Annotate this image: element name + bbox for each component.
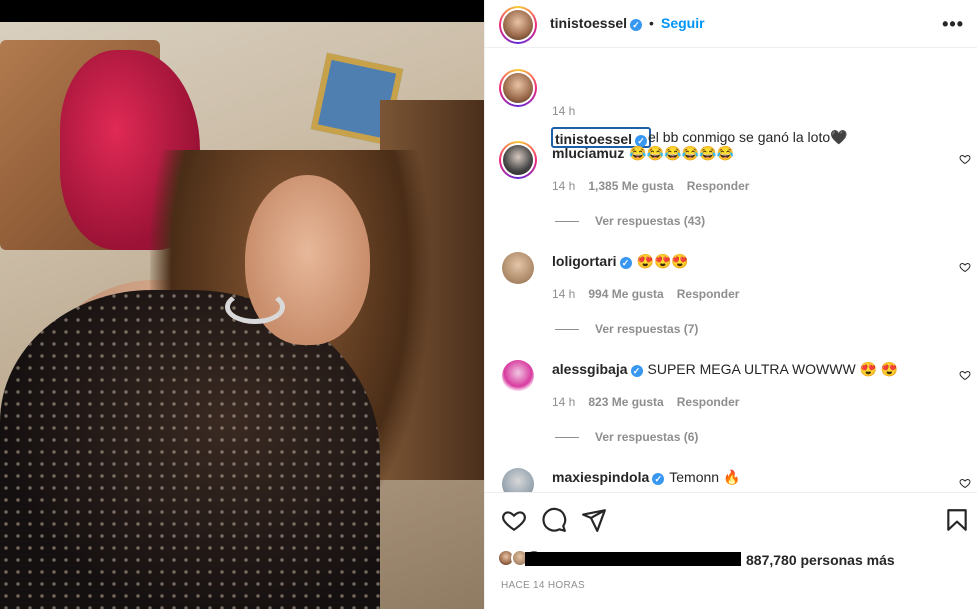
heart-icon[interactable]: [959, 153, 971, 165]
bookmark-icon[interactable]: [944, 507, 970, 533]
comment-username[interactable]: alessgibaja: [552, 361, 628, 377]
comment-time[interactable]: 14 h: [552, 287, 575, 301]
heart-icon[interactable]: [959, 261, 971, 273]
caption-avatar[interactable]: [499, 69, 537, 107]
view-replies-button[interactable]: Ver respuestas (6): [555, 430, 698, 444]
view-replies-button[interactable]: Ver respuestas (7): [555, 322, 698, 336]
comment-likes[interactable]: 823 Me gusta: [588, 395, 663, 409]
author-username[interactable]: tinistoessel ✓: [550, 15, 643, 31]
likes-count[interactable]: 887,780 personas más: [746, 552, 895, 568]
reply-button[interactable]: Responder: [687, 179, 750, 193]
caption-avatar-image: [503, 73, 533, 103]
caption-time[interactable]: 14 h: [552, 104, 575, 118]
post-timestamp[interactable]: HACE 14 HORAS: [501, 580, 585, 591]
post-side-panel: tinistoessel ✓ • Seguir ••• tinistoessel ✓…: [484, 0, 977, 609]
instagram-post-view: tinistoessel ✓ • Seguir ••• tinistoessel ✓…: [0, 0, 977, 609]
comment-text: SUPER MEGA ULTRA WOWWW 😍 😍: [647, 361, 899, 377]
comment-avatar-image: [503, 145, 533, 175]
view-replies-label: Ver respuestas (6): [595, 430, 699, 444]
heart-icon[interactable]: [959, 369, 971, 381]
verified-badge-icon: ✓: [619, 257, 632, 269]
send-icon[interactable]: [581, 507, 607, 533]
post-photo[interactable]: [0, 0, 484, 609]
comment-row: loligortari ✓ 😍😍😍: [552, 253, 689, 270]
comment-row: mluciamuz 😂😂😂😂😂😂: [552, 145, 734, 162]
comment-likes[interactable]: 994 Me gusta: [588, 287, 663, 301]
comment-icon[interactable]: [541, 507, 567, 533]
comment-meta: 14 h 823 Me gusta Responder: [552, 395, 752, 409]
photo-choker: [225, 290, 285, 324]
view-replies-label: Ver respuestas (7): [595, 322, 699, 336]
post-actions: 887,780 personas más HACE 14 HORAS: [485, 492, 977, 609]
verified-badge-icon: ✓: [630, 19, 643, 31]
comment-text: 😍😍😍: [636, 253, 689, 269]
view-replies-button[interactable]: Ver respuestas (43): [555, 214, 705, 228]
reply-button[interactable]: Responder: [677, 395, 740, 409]
comments-scroll-area[interactable]: tinistoessel ✓ el bb conmigo se ganó la l…: [485, 56, 977, 492]
separator-dot: •: [649, 15, 654, 31]
follow-button[interactable]: Seguir: [661, 15, 705, 31]
caption-text: el bb conmigo se ganó la loto🖤: [648, 129, 848, 145]
comment-username[interactable]: loligortari: [552, 253, 617, 269]
verified-badge-icon: ✓: [630, 365, 643, 377]
comment-row: alessgibaja ✓ SUPER MEGA ULTRA WOWWW 😍 😍: [552, 361, 898, 378]
comment-username[interactable]: maxiespindola: [552, 469, 649, 485]
comment-avatar[interactable]: [502, 360, 534, 392]
comment-text: Temonn 🔥: [669, 469, 741, 485]
verified-badge-icon: ✓: [652, 473, 665, 485]
view-replies-label: Ver respuestas (43): [595, 214, 706, 228]
comment-likes[interactable]: 1,385 Me gusta: [588, 179, 673, 193]
more-options-icon[interactable]: •••: [942, 14, 964, 35]
comment-time[interactable]: 14 h: [552, 395, 575, 409]
replies-divider: [555, 221, 579, 223]
author-username-text: tinistoessel: [550, 15, 628, 31]
comment-time[interactable]: 14 h: [552, 179, 575, 193]
comment-avatar[interactable]: [502, 468, 534, 492]
post-header: tinistoessel ✓ • Seguir •••: [485, 0, 977, 48]
comment-meta: 14 h 1,385 Me gusta Responder: [552, 179, 762, 193]
author-avatar[interactable]: [499, 6, 537, 44]
comment-text: 😂😂😂😂😂😂: [629, 145, 734, 161]
comment-meta: 14 h 994 Me gusta Responder: [552, 287, 752, 301]
comment-avatar[interactable]: [499, 141, 537, 179]
reply-button[interactable]: Responder: [677, 287, 740, 301]
author-avatar-image: [503, 10, 533, 40]
comment-username[interactable]: mluciamuz: [552, 145, 624, 161]
comment-avatar[interactable]: [502, 252, 534, 284]
redacted-usernames: [525, 552, 741, 566]
replies-divider: [555, 437, 579, 439]
heart-icon[interactable]: [501, 507, 527, 533]
comment-row: maxiespindola ✓ Temonn 🔥: [552, 469, 740, 486]
replies-divider: [555, 329, 579, 331]
heart-icon[interactable]: [959, 477, 971, 489]
